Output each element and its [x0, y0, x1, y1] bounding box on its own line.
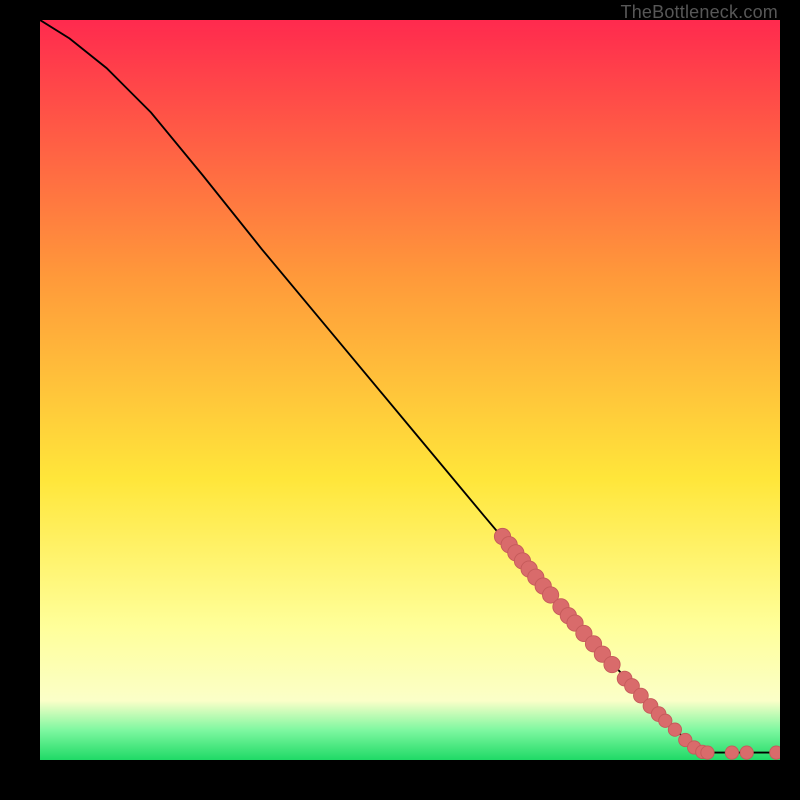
chart-container: TheBottleneck.com	[0, 0, 800, 800]
data-point	[604, 656, 620, 672]
data-point	[770, 746, 780, 759]
plot-area	[40, 20, 780, 760]
data-point	[725, 746, 738, 759]
bottleneck-curve	[40, 20, 780, 753]
data-layer	[40, 20, 780, 760]
data-point	[740, 746, 753, 759]
data-points	[494, 528, 780, 759]
data-point	[701, 746, 714, 759]
data-point	[668, 723, 681, 736]
watermark-text: TheBottleneck.com	[621, 2, 778, 23]
